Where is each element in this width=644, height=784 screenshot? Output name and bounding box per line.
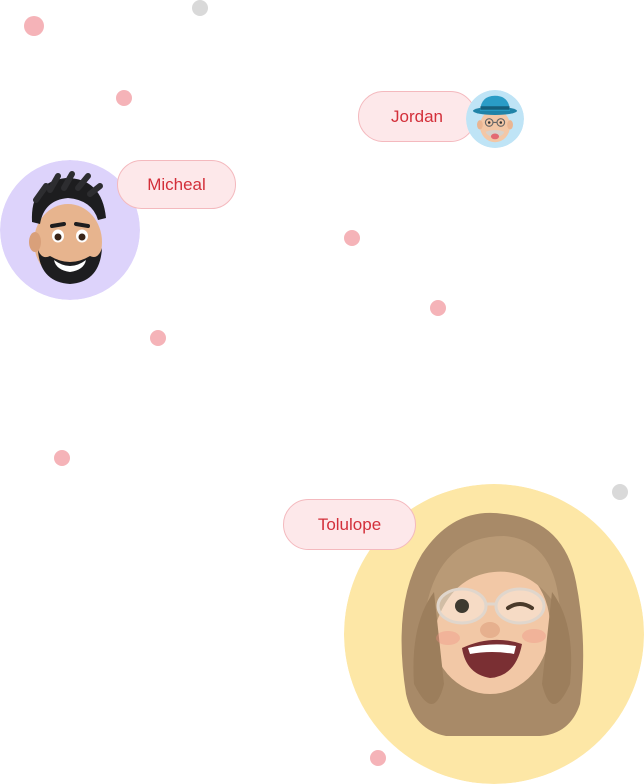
name-pill-tolulope[interactable]: Tolulope [283, 499, 416, 550]
decorative-dot [54, 450, 70, 466]
decorative-dot [612, 484, 628, 500]
decorative-dot [150, 330, 166, 346]
people-bubbles-canvas: Jordan Micheal Tolulope [0, 0, 644, 784]
decorative-dot [116, 90, 132, 106]
avatar-jordan[interactable] [466, 90, 524, 148]
memoji-man-blue-hat-icon [466, 90, 524, 148]
name-pill-jordan[interactable]: Jordan [358, 91, 476, 142]
decorative-dot [344, 230, 360, 246]
decorative-dot [370, 750, 386, 766]
name-pill-micheal[interactable]: Micheal [117, 160, 236, 209]
decorative-dot [430, 300, 446, 316]
decorative-dot [24, 16, 44, 36]
decorative-dot [192, 0, 208, 16]
